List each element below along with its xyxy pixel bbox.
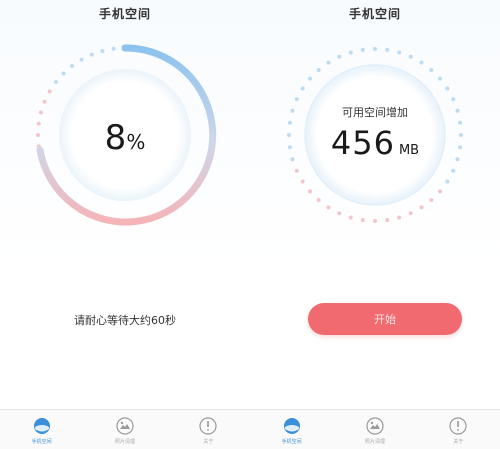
ring-dot <box>326 60 331 65</box>
storage-icon <box>283 417 300 434</box>
ring-dot <box>79 57 84 62</box>
ring-dot <box>316 68 321 73</box>
ring-dot <box>373 47 377 51</box>
ring-dot <box>445 179 450 184</box>
storage-icon <box>33 417 50 434</box>
tab-label: 关于 <box>453 438 464 445</box>
wait-message: 请耐心等待大约60秒 <box>74 314 176 327</box>
ring-dot <box>445 86 450 91</box>
ring-dot <box>408 54 413 59</box>
tab-label: 手机空间 <box>31 438 52 445</box>
ring-dot <box>429 197 434 202</box>
ring-dot <box>294 97 299 102</box>
page-title: 手机空间 <box>98 7 151 21</box>
ring-dot <box>429 68 434 73</box>
progress-percent: 8% <box>0 118 250 158</box>
ring-dot <box>360 218 365 223</box>
tab-about[interactable]: 关于 <box>167 410 250 449</box>
space-increase-label: 可用空间增加 <box>342 106 408 119</box>
ring-dot <box>360 47 365 52</box>
ring-dot <box>61 71 66 76</box>
photo-icon <box>366 416 384 435</box>
ring-dot <box>294 168 299 173</box>
ring-dot <box>419 60 424 65</box>
ring-dot <box>53 80 58 85</box>
info-icon <box>199 416 217 435</box>
increase-number: 456 <box>330 124 395 162</box>
ring-dot <box>437 189 442 194</box>
tab-label: 照片清理 <box>364 438 385 445</box>
ring-dot <box>385 218 390 223</box>
ring-dot <box>100 48 105 53</box>
ring-dot <box>308 189 313 194</box>
ring-dot <box>451 97 456 102</box>
ring-dot <box>111 46 116 51</box>
tab-label: 手机空间 <box>281 438 302 445</box>
ring-dot <box>437 76 442 81</box>
tab-about[interactable]: 关于 <box>417 410 500 449</box>
ring-dot <box>373 219 377 223</box>
ring-dot <box>397 50 402 55</box>
ring-dot <box>397 215 402 220</box>
tab-label: 照片清理 <box>114 438 135 445</box>
ring-dot <box>47 89 52 94</box>
start-button[interactable]: 开始 <box>308 303 462 335</box>
ring-dot <box>42 99 47 104</box>
ring-dot <box>451 168 456 173</box>
ring-dot <box>300 179 305 184</box>
tab-phone-space[interactable]: 手机空间 <box>250 410 333 449</box>
tab-photo-clean[interactable]: 照片清理 <box>83 410 166 449</box>
ring-dot <box>337 211 342 216</box>
ring-dot <box>300 86 305 91</box>
ring-dot <box>89 52 94 57</box>
space-increase-value: 456 MB <box>250 124 500 162</box>
info-icon <box>449 416 467 435</box>
ring-dot <box>308 76 313 81</box>
ring-dot <box>348 50 353 55</box>
tab-phone-space[interactable]: 手机空间 <box>0 410 83 449</box>
ring-dot <box>316 197 321 202</box>
tab-bar: 手机空间 照片清理 关于 <box>250 409 500 449</box>
percent-value: 8 <box>104 118 127 158</box>
result-screen: 手机空间 可用空间增加 456 MB 开始 手机空间 照片清理 关于 <box>250 0 500 449</box>
ring-dot <box>408 211 413 216</box>
scanning-screen: 手机空间 8% 请耐心等待大约60秒 手机空间 照片清理 关于 <box>0 0 250 449</box>
tab-photo-clean[interactable]: 照片清理 <box>333 410 416 449</box>
percent-sign: % <box>126 130 146 154</box>
ring-dot <box>337 54 342 59</box>
page-title: 手机空间 <box>348 7 401 21</box>
ring-dot <box>419 205 424 210</box>
tab-bar: 手机空间 照片清理 关于 <box>0 409 250 449</box>
tab-label: 关于 <box>203 438 214 445</box>
ring-dot <box>70 63 75 68</box>
ring-dot <box>385 47 390 52</box>
photo-icon <box>116 416 134 435</box>
ring-dot <box>326 205 331 210</box>
ring-dot <box>38 110 43 115</box>
ring-dot <box>348 215 353 220</box>
increase-unit: MB <box>398 143 420 158</box>
